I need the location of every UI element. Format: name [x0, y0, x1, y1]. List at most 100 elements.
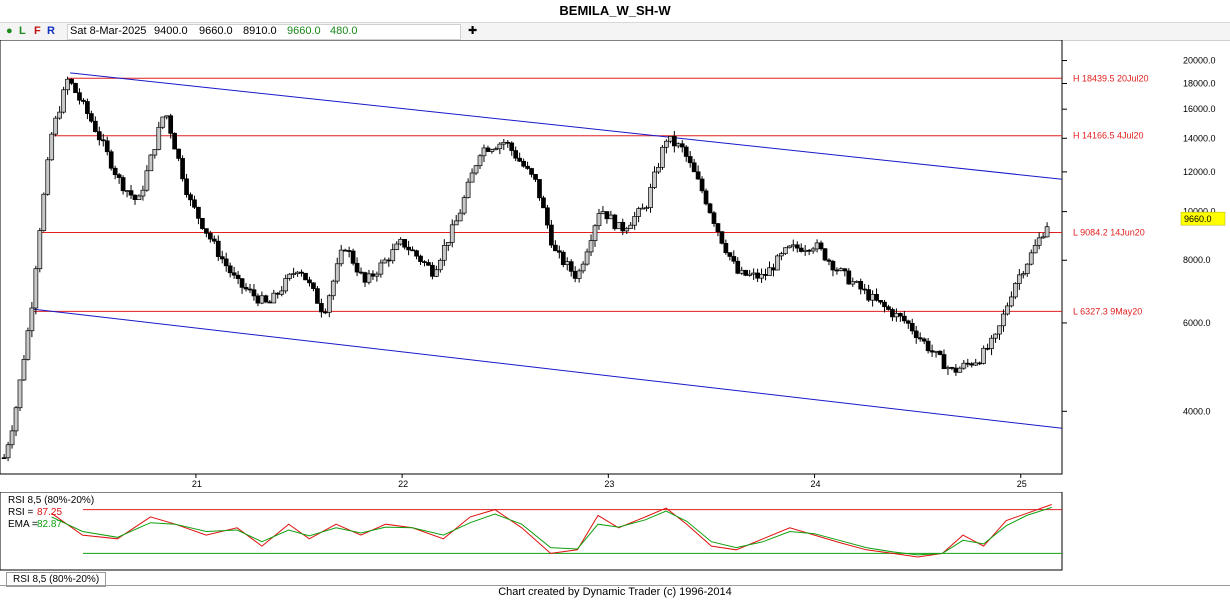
candle-body — [846, 270, 852, 285]
candle-body — [925, 340, 931, 352]
candle-body — [556, 250, 562, 253]
level-label: L 6327.3 9May20 — [1073, 306, 1142, 316]
candle-body — [1, 457, 7, 460]
candle-body — [227, 265, 233, 274]
candle-body — [790, 244, 796, 247]
candle-body — [279, 290, 285, 295]
candle-body — [802, 249, 808, 252]
candle-body — [17, 379, 23, 409]
candle-body — [691, 162, 697, 173]
y-tick-label: 16000.0 — [1183, 104, 1216, 114]
candle-body — [921, 338, 927, 342]
candle-body — [814, 242, 820, 250]
candle-body — [945, 367, 951, 370]
candle-body — [949, 367, 955, 369]
candle-body — [1005, 305, 1010, 315]
candle-body — [616, 221, 622, 230]
candle-body — [913, 330, 919, 339]
candle-body — [406, 246, 411, 251]
flag-r[interactable]: R — [47, 23, 55, 40]
candle-body — [517, 157, 523, 162]
flag-l[interactable]: L — [19, 23, 26, 40]
last-price-label: 9660.0 — [1184, 214, 1212, 224]
candle-body — [878, 300, 883, 303]
candle-body — [1013, 283, 1018, 298]
candle-body — [660, 146, 665, 168]
rsi-value: 87.25 — [37, 507, 62, 518]
candle-body — [711, 212, 717, 224]
y-tick-label: 8000.0 — [1183, 255, 1211, 265]
candle-body — [822, 248, 828, 261]
candle-body — [580, 263, 586, 272]
candle-body — [628, 224, 634, 229]
candle-body — [172, 132, 177, 150]
candle-body — [287, 273, 293, 279]
candle-body — [243, 287, 249, 290]
candle-body — [204, 228, 209, 234]
bar-date: Sat 8-Mar-2025 — [70, 25, 147, 37]
candle-body — [826, 259, 832, 262]
candle-body — [549, 224, 554, 246]
candle-body — [160, 116, 166, 128]
candle-body — [124, 190, 130, 192]
candle-body — [322, 311, 328, 314]
level-label: L 9084.2 14Jun20 — [1073, 228, 1145, 238]
candle-body — [620, 221, 626, 232]
y-tick-label: 6000.0 — [1183, 318, 1211, 328]
level-label: H 14166.5 4Jul20 — [1073, 131, 1144, 141]
candle-body — [219, 256, 225, 260]
candle-body — [545, 207, 550, 226]
candle-body — [529, 168, 534, 175]
candle-body — [267, 301, 273, 304]
candle-body — [418, 255, 423, 262]
candle-body — [568, 261, 574, 272]
candle-body — [957, 367, 963, 373]
candle-body — [437, 259, 443, 271]
candle-body — [473, 165, 479, 174]
add-icon[interactable]: ✚ — [468, 23, 477, 40]
candle-body — [584, 251, 590, 265]
candle-body — [656, 166, 661, 173]
candle-body — [552, 244, 558, 252]
candle-body — [25, 330, 31, 360]
candle-body — [497, 143, 503, 150]
candle-body — [699, 178, 705, 192]
candle-body — [120, 177, 126, 192]
candle-body — [196, 206, 201, 219]
candle-body — [315, 288, 320, 304]
candle-body — [763, 273, 768, 276]
candle-body — [985, 347, 990, 350]
x-tick-label: 25 — [1017, 479, 1027, 488]
candle-body — [136, 195, 142, 201]
candle-body — [291, 273, 296, 275]
candle-body — [588, 240, 594, 253]
candle-body — [362, 272, 368, 283]
candle-body — [453, 220, 459, 226]
flag-f[interactable]: F — [34, 23, 41, 40]
candle-body — [929, 350, 935, 353]
candle-body — [977, 362, 983, 365]
candle-body — [533, 174, 538, 180]
candle-body — [350, 250, 356, 264]
y-tick-label: 4000.0 — [1183, 406, 1211, 416]
candle-body — [739, 269, 745, 274]
candle-body — [430, 264, 435, 277]
candle-body — [477, 155, 483, 167]
footer-credit: Chart created by Dynamic Trader (c) 1996… — [498, 586, 732, 598]
candle-body — [493, 148, 499, 151]
candle-body — [917, 337, 923, 340]
candle-body — [695, 171, 701, 180]
candle-body — [402, 239, 408, 248]
candle-body — [961, 362, 967, 369]
candle-body — [358, 271, 364, 274]
candle-body — [96, 131, 102, 141]
candle-body — [5, 444, 11, 459]
candle-body — [73, 82, 78, 94]
x-tick-label: 22 — [398, 479, 408, 488]
candle-body — [41, 193, 47, 231]
candle-body — [112, 167, 118, 176]
candle-body — [271, 292, 277, 304]
y-tick-label: 14000.0 — [1183, 133, 1216, 143]
candle-body — [128, 190, 134, 196]
candle-body — [604, 211, 610, 220]
